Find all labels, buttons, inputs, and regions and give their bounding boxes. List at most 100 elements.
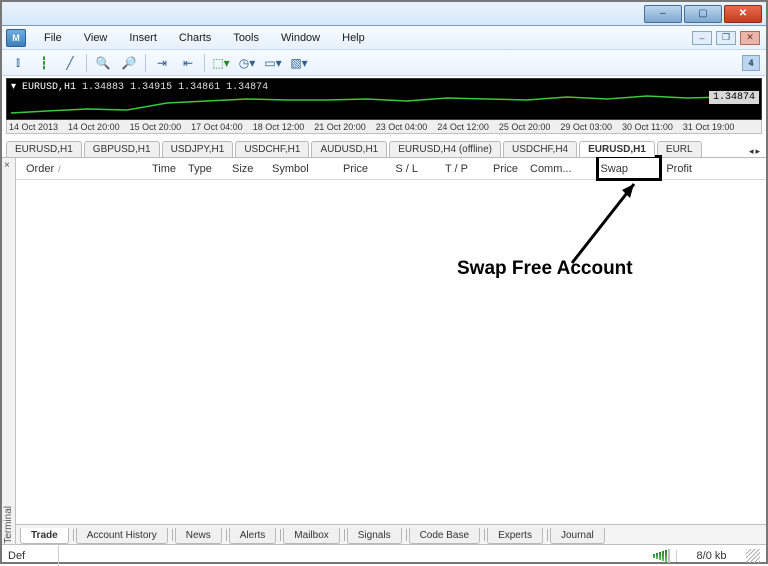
mdi-close-button[interactable]: ✕ [740, 31, 760, 45]
tab-separator [406, 529, 407, 541]
menu-tools[interactable]: Tools [223, 30, 269, 46]
timeaxis-tick: 17 Oct 04:00 [191, 122, 243, 132]
zoom-in-icon[interactable]: 🔍 [93, 53, 113, 73]
toolbar: ⫾ ┇ ╱ 🔍 🔎 ⇥ ⇤ ⬚▾ ◷▾ ▭▾ ▧▾ 4 [2, 50, 766, 76]
tab-separator [280, 529, 281, 541]
status-fill [58, 545, 647, 566]
menu-file[interactable]: File [34, 30, 72, 46]
terminal-column-header: Order / Time Type Size Symbol Price S / … [16, 158, 766, 180]
window-close-button[interactable]: ✕ [724, 5, 762, 23]
terminal-tab-signals[interactable]: Signals [347, 528, 402, 544]
terminal-panel: × Terminal Order / Time Type Size Symbol… [2, 158, 766, 544]
timeaxis-tick: 15 Oct 20:00 [130, 122, 182, 132]
col-type[interactable]: Type [182, 163, 226, 175]
mdi-restore-button[interactable]: ❐ [716, 31, 736, 45]
timeaxis-tick: 23 Oct 04:00 [376, 122, 428, 132]
col-swap[interactable]: Swap [578, 163, 634, 175]
chart-tabs-row: EURUSD,H1GBPUSD,H1USDJPY,H1USDCHF,H1AUDU… [2, 138, 766, 158]
timeaxis-tick: 14 Oct 20:00 [68, 122, 120, 132]
timeaxis-tick: 31 Oct 19:00 [683, 122, 735, 132]
templates-icon[interactable]: ▭▾ [263, 53, 283, 73]
chart-tab[interactable]: EURL [657, 141, 702, 157]
terminal-tab-journal[interactable]: Journal [550, 528, 605, 544]
status-bar: Def 8/0 kb [2, 544, 766, 566]
col-time[interactable]: Time [92, 163, 182, 175]
mini-chart-strip: ▾ EURUSD,H1 1.34883 1.34915 1.34861 1.34… [6, 78, 762, 120]
chart-tab[interactable]: GBPUSD,H1 [84, 141, 160, 157]
connection-signal-icon [647, 549, 676, 563]
resize-grip-icon[interactable] [746, 549, 760, 563]
window-titlebar: – ▢ ✕ [2, 2, 766, 26]
terminal-tab-code-base[interactable]: Code Base [409, 528, 480, 544]
menu-insert[interactable]: Insert [119, 30, 167, 46]
tab-separator [484, 529, 485, 541]
menu-bar: M File View Insert Charts Tools Window H… [2, 26, 766, 50]
timeaxis-tick: 30 Oct 11:00 [622, 122, 673, 132]
chart-tab[interactable]: EURUSD,H1 [579, 141, 655, 157]
col-tp[interactable]: T / P [424, 163, 474, 175]
tab-separator [172, 529, 173, 541]
tab-separator [226, 529, 227, 541]
chart-tabs-nav: ◂ ▸ [749, 146, 762, 157]
status-traffic: 8/0 kb [676, 550, 746, 562]
ministrip-time-axis: 14 Oct 2013 14 Oct 20:00 15 Oct 20:00 17 Oc… [6, 120, 762, 134]
timeaxis-tick: 14 Oct 2013 [9, 122, 58, 132]
periods-icon[interactable]: ◷▾ [237, 53, 257, 73]
zoom-out-icon[interactable]: 🔎 [119, 53, 139, 73]
window-minimize-button[interactable]: – [644, 5, 682, 23]
toolbar-badge[interactable]: 4 [742, 55, 760, 71]
chart-tab[interactable]: EURUSD,H1 [6, 141, 82, 157]
tab-separator [547, 529, 548, 541]
col-profit[interactable]: Profit [634, 163, 698, 175]
col-commission[interactable]: Comm... [524, 163, 578, 175]
chart-tab[interactable]: AUDUSD,H1 [311, 141, 387, 157]
autoscroll-icon[interactable]: ⇥ [152, 53, 172, 73]
col-price2[interactable]: Price [474, 163, 524, 175]
indicators-icon[interactable]: ⬚▾ [211, 53, 231, 73]
chart-tabs-next-icon[interactable]: ▸ [755, 146, 760, 157]
col-size[interactable]: Size [226, 163, 266, 175]
toolbar-separator [86, 54, 87, 72]
timeaxis-tick: 21 Oct 20:00 [314, 122, 366, 132]
terminal-tab-experts[interactable]: Experts [487, 528, 543, 544]
timeaxis-tick: 25 Oct 20:00 [499, 122, 551, 132]
objects-icon[interactable]: ▧▾ [289, 53, 309, 73]
menu-view[interactable]: View [74, 30, 118, 46]
bar-chart-icon[interactable]: ⫾ [8, 53, 28, 73]
ministrip-sparkline [7, 79, 747, 120]
terminal-side-label: Terminal [2, 158, 16, 544]
col-price[interactable]: Price [318, 163, 374, 175]
col-sl[interactable]: S / L [374, 163, 424, 175]
chart-tab[interactable]: EURUSD,H4 (offline) [389, 141, 501, 157]
chart-tab[interactable]: USDCHF,H1 [235, 141, 309, 157]
ministrip-current-price: 1.34874 [709, 91, 759, 104]
terminal-tab-alerts[interactable]: Alerts [229, 528, 277, 544]
chart-tab[interactable]: USDJPY,H1 [162, 141, 234, 157]
col-order[interactable]: Order / [20, 163, 92, 175]
chartshift-icon[interactable]: ⇤ [178, 53, 198, 73]
terminal-empty-area [16, 180, 766, 524]
tab-separator [344, 529, 345, 541]
menu-help[interactable]: Help [332, 30, 375, 46]
terminal-tab-news[interactable]: News [175, 528, 222, 544]
toolbar-separator [204, 54, 205, 72]
chart-tabs-prev-icon[interactable]: ◂ [749, 146, 754, 157]
terminal-tab-account-history[interactable]: Account History [76, 528, 168, 544]
menu-window[interactable]: Window [271, 30, 330, 46]
line-chart-icon[interactable]: ╱ [60, 53, 80, 73]
window-maximize-button[interactable]: ▢ [684, 5, 722, 23]
mdi-minimize-button[interactable]: – [692, 31, 712, 45]
timeaxis-tick: 29 Oct 03:00 [560, 122, 612, 132]
menu-charts[interactable]: Charts [169, 30, 221, 46]
col-symbol[interactable]: Symbol [266, 163, 318, 175]
toolbar-separator [145, 54, 146, 72]
candlestick-icon[interactable]: ┇ [34, 53, 54, 73]
terminal-tab-trade[interactable]: Trade [20, 528, 69, 544]
app-icon: M [6, 29, 26, 47]
terminal-close-icon[interactable]: × [4, 160, 10, 171]
terminal-bottom-tabs: Trade Account History News Alerts Mailbox Sig… [16, 524, 766, 544]
status-default-label: Def [8, 550, 58, 562]
terminal-tab-mailbox[interactable]: Mailbox [283, 528, 339, 544]
terminal-side-text: Terminal [3, 502, 14, 544]
chart-tab[interactable]: USDCHF,H4 [503, 141, 577, 157]
